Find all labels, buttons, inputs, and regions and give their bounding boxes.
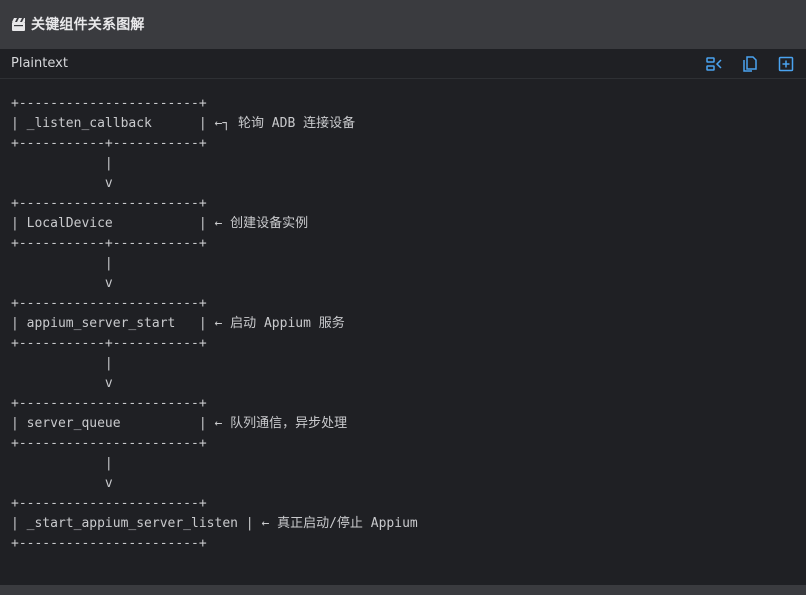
code-line: | _listen_callback | ←┐ 轮询 ADB 连接设备 <box>11 116 356 131</box>
code-line: +-----------+-----------+ <box>11 336 207 351</box>
code-line: +-----------+-----------+ <box>11 236 207 251</box>
bottom-strip <box>0 585 806 595</box>
code-line: +-----------------------+ <box>11 396 207 411</box>
code-line: | appium_server_start | ← 启动 Appium 服务 <box>11 316 345 331</box>
code-line: | <box>11 156 113 171</box>
code-line: | LocalDevice | ← 创建设备实例 <box>11 216 309 231</box>
code-block-header: Plaintext <box>0 49 806 79</box>
code-line: +-----------------------+ <box>11 196 207 211</box>
language-label: Plaintext <box>11 56 68 71</box>
code-toolbar <box>704 54 796 74</box>
wrap-toggle-icon[interactable] <box>704 54 724 74</box>
code-line: +-----------------------+ <box>11 296 207 311</box>
section-title: 关键组件关系图解 <box>31 17 145 33</box>
code-content: +-----------------------+ | _listen_callb… <box>11 94 418 554</box>
code-line: v <box>11 476 113 491</box>
code-line: | server_queue | ← 队列通信，异步处理 <box>11 416 348 431</box>
code-line: +-----------+-----------+ <box>11 136 207 151</box>
code-line: +-----------------------+ <box>11 96 207 111</box>
code-block: Plaintext +-----------------------+ | _l… <box>0 49 806 585</box>
clapper-board-icon <box>10 16 26 32</box>
code-line: | <box>11 356 113 371</box>
code-line: | _start_appium_server_listen | ← 真正启动/停… <box>11 516 418 531</box>
code-line: | <box>11 256 113 271</box>
copy-icon[interactable] <box>740 54 760 74</box>
code-line: v <box>11 276 113 291</box>
code-line: | <box>11 456 113 471</box>
code-line: +-----------------------+ <box>11 536 207 551</box>
section-header: 关键组件关系图解 <box>0 0 806 48</box>
code-line: +-----------------------+ <box>11 496 207 511</box>
code-line: +-----------------------+ <box>11 436 207 451</box>
code-line: v <box>11 176 113 191</box>
expand-icon[interactable] <box>776 54 796 74</box>
code-line: v <box>11 376 113 391</box>
